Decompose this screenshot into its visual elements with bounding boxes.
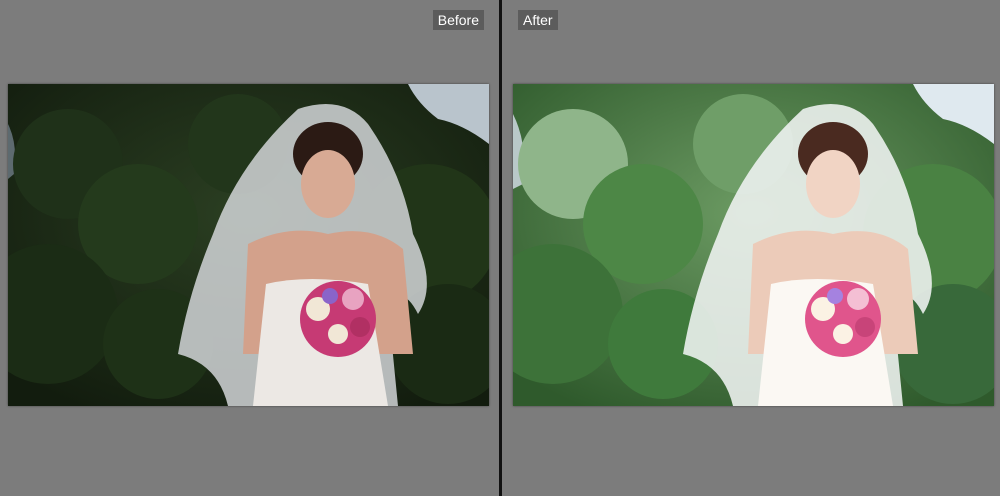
before-photo[interactable] <box>8 84 489 406</box>
after-panel: After <box>502 0 1000 496</box>
after-label: After <box>518 10 558 30</box>
after-photo[interactable] <box>513 84 994 406</box>
before-image <box>8 84 489 406</box>
before-label: Before <box>432 10 484 30</box>
before-panel: Before <box>0 0 499 496</box>
after-image <box>513 84 994 406</box>
